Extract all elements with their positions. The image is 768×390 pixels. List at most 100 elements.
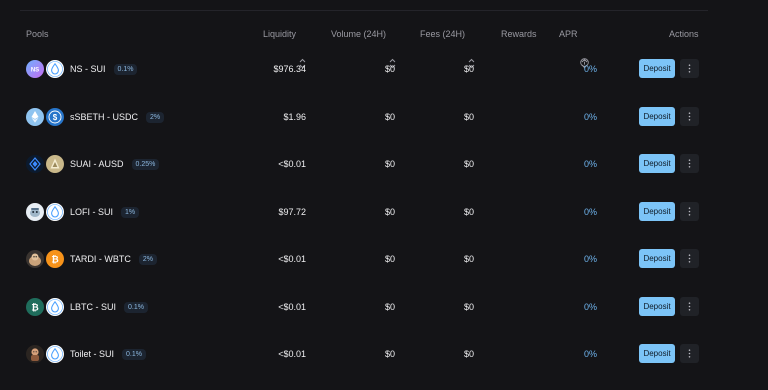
header-apr[interactable]: APR xyxy=(559,29,589,69)
volume-value: $0 xyxy=(384,302,395,312)
pool-pair[interactable]: $ sSBETH - USDC 2% xyxy=(26,106,165,128)
ausd-token-icon xyxy=(46,155,64,173)
more-options-button[interactable] xyxy=(680,154,699,173)
deposit-button[interactable]: Deposit xyxy=(639,344,675,363)
usdc-token-icon: $ xyxy=(46,108,64,126)
more-vertical-icon xyxy=(688,298,691,316)
more-vertical-icon xyxy=(688,345,691,363)
deposit-button[interactable]: Deposit xyxy=(639,202,675,221)
liquidity-value: <$0.01 xyxy=(278,302,306,312)
tardi-token-icon xyxy=(26,250,44,268)
svg-text:₿: ₿ xyxy=(51,255,58,265)
liquidity-value: $97.72 xyxy=(278,207,306,217)
liquidity-value: <$0.01 xyxy=(278,349,306,359)
more-options-button[interactable] xyxy=(680,202,699,221)
apr-value: 0% xyxy=(583,349,597,359)
pool-pair[interactable]: ₿ TARDI - WBTC 2% xyxy=(26,248,157,270)
fee-tier-badge: 0.25% xyxy=(131,158,160,170)
lbtc-token-icon: ₿ xyxy=(26,298,44,316)
fees-value: $0 xyxy=(463,302,474,312)
apr-value: 0% xyxy=(583,64,597,74)
lofi-token-icon xyxy=(26,203,44,221)
fees-value: $0 xyxy=(463,349,474,359)
volume-value: $0 xyxy=(384,112,395,122)
pool-name: SUAI - AUSD xyxy=(70,159,124,169)
header-volume[interactable]: Volume (24H) xyxy=(331,29,396,69)
header-actions: Actions xyxy=(669,29,699,39)
pool-name: Toilet - SUI xyxy=(70,349,115,359)
fee-tier-badge: 0.1% xyxy=(113,63,138,75)
pool-name: TARDI - WBTC xyxy=(70,254,131,264)
table-row[interactable]: $ sSBETH - USDC 2% $1.96 $0 $0 0% Deposi… xyxy=(0,106,768,153)
deposit-button[interactable]: Deposit xyxy=(639,154,675,173)
fees-value: $0 xyxy=(463,207,474,217)
fee-tier-badge: 0.1% xyxy=(124,301,148,313)
fees-value: $0 xyxy=(463,112,474,122)
sui-token-icon xyxy=(46,345,64,363)
more-options-button[interactable] xyxy=(680,107,699,126)
fee-tier-badge: 2% xyxy=(138,253,157,265)
table-row[interactable]: ₿ LBTC - SUI 0.1% <$0.01 $0 $0 0% Deposi… xyxy=(0,296,768,343)
pool-pair[interactable]: ₿ LBTC - SUI 0.1% xyxy=(26,296,148,318)
deposit-button[interactable]: Deposit xyxy=(639,249,675,268)
header-pools: Pools xyxy=(26,29,49,39)
fees-value: $0 xyxy=(463,64,474,74)
table-row[interactable]: ₿ TARDI - WBTC 2% <$0.01 $0 $0 0% Deposi… xyxy=(0,248,768,295)
fee-tier-badge: 1% xyxy=(121,206,140,218)
pool-pair[interactable]: LOFI - SUI 1% xyxy=(26,201,140,223)
ns-token-icon: NS xyxy=(26,60,44,78)
liquidity-value: $976.34 xyxy=(273,64,306,74)
volume-value: $0 xyxy=(384,254,395,264)
table-row[interactable]: LOFI - SUI 1% $97.72 $0 $0 0% Deposit xyxy=(0,201,768,248)
sui-token-icon xyxy=(46,203,64,221)
svg-text:$: $ xyxy=(53,113,58,122)
fee-tier-badge: 2% xyxy=(146,111,165,123)
btc-token-icon: ₿ xyxy=(46,250,64,268)
toilet-token-icon xyxy=(26,345,44,363)
volume-value: $0 xyxy=(384,207,395,217)
svg-text:₿: ₿ xyxy=(31,303,38,313)
liquidity-value: <$0.01 xyxy=(278,254,306,264)
eth-token-icon xyxy=(26,108,44,126)
liquidity-value: <$0.01 xyxy=(278,159,306,169)
volume-value: $0 xyxy=(384,64,395,74)
more-vertical-icon xyxy=(688,60,691,78)
volume-value: $0 xyxy=(384,349,395,359)
pool-name: LBTC - SUI xyxy=(70,302,117,312)
svg-text:NS: NS xyxy=(31,68,39,74)
table-row[interactable]: SUAI - AUSD 0.25% <$0.01 $0 $0 0% Deposi… xyxy=(0,153,768,200)
pool-name: NS - SUI xyxy=(70,64,106,74)
deposit-button[interactable]: Deposit xyxy=(639,297,675,316)
more-options-button[interactable] xyxy=(680,249,699,268)
pool-pair[interactable]: NS NS - SUI 0.1% xyxy=(26,58,138,80)
suai-token-icon xyxy=(26,155,44,173)
more-options-button[interactable] xyxy=(680,59,699,78)
more-vertical-icon xyxy=(688,250,691,268)
apr-value: 0% xyxy=(583,112,597,122)
more-vertical-icon xyxy=(688,155,691,173)
pool-pair[interactable]: SUAI - AUSD 0.25% xyxy=(26,153,160,175)
pool-name: LOFI - SUI xyxy=(70,207,114,217)
fees-value: $0 xyxy=(463,254,474,264)
fee-tier-badge: 0.1% xyxy=(122,348,146,360)
deposit-button[interactable]: Deposit xyxy=(639,107,675,126)
more-vertical-icon xyxy=(688,203,691,221)
deposit-button[interactable]: Deposit xyxy=(639,59,675,78)
table-row[interactable]: NS NS - SUI 0.1% $976.34 $0 $0 0% Deposi… xyxy=(0,58,768,105)
table-row[interactable]: Toilet - SUI 0.1% <$0.01 $0 $0 0% Deposi… xyxy=(0,343,768,390)
volume-value: $0 xyxy=(384,159,395,169)
apr-value: 0% xyxy=(583,159,597,169)
more-options-button[interactable] xyxy=(680,297,699,316)
sui-token-icon xyxy=(46,60,64,78)
apr-value: 0% xyxy=(583,254,597,264)
fees-value: $0 xyxy=(463,159,474,169)
pool-name: sSBETH - USDC xyxy=(70,112,139,122)
sui-token-icon xyxy=(46,298,64,316)
apr-value: 0% xyxy=(583,302,597,312)
pool-pair[interactable]: Toilet - SUI 0.1% xyxy=(26,343,146,365)
header-fees[interactable]: Fees (24H) xyxy=(420,29,475,69)
header-liquidity[interactable]: Liquidity xyxy=(263,29,306,69)
apr-value: 0% xyxy=(583,207,597,217)
liquidity-value: $1.96 xyxy=(283,112,306,122)
more-options-button[interactable] xyxy=(680,344,699,363)
